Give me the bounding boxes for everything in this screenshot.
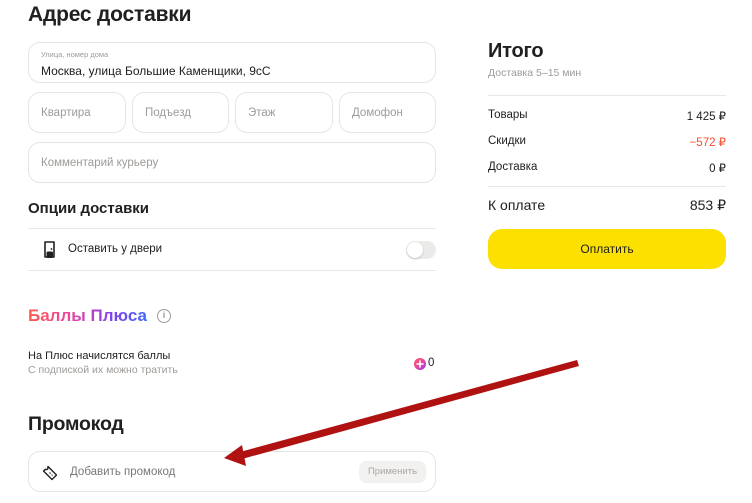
- intercom-field[interactable]: Домофон: [339, 92, 436, 133]
- total-label: К оплате: [488, 197, 546, 213]
- ticket-icon: [41, 464, 59, 482]
- plus-points-heading: Баллы Плюса: [28, 306, 147, 325]
- promo-heading: Промокод: [28, 413, 124, 435]
- plus-line-1: На Плюс начислятся баллы: [28, 350, 171, 362]
- floor-field[interactable]: Этаж: [235, 92, 333, 133]
- courier-comment-placeholder: Комментарий курьеру: [41, 156, 159, 169]
- street-field-value: Москва, улица Большие Каменщики, 9сС: [41, 64, 271, 78]
- summary-delivery-value: 0 ₽: [709, 163, 726, 175]
- intercom-placeholder: Домофон: [352, 106, 403, 119]
- plus-points-value: 0: [428, 357, 435, 369]
- promo-placeholder: Добавить промокод: [70, 465, 176, 478]
- summary-delivery-label: Доставка: [488, 161, 538, 173]
- delivery-time: Доставка 5–15 мин: [488, 67, 582, 79]
- summary-discount-value: −572 ₽: [689, 137, 726, 149]
- plus-line-2: С подпиской их можно тратить: [28, 364, 178, 376]
- plus-points-icon: [414, 357, 426, 370]
- divider: [28, 228, 436, 229]
- delivery-options-heading: Опции доставки: [28, 200, 150, 217]
- divider: [488, 95, 726, 96]
- pay-button[interactable]: Оплатить: [488, 229, 726, 269]
- apartment-placeholder: Квартира: [41, 106, 91, 119]
- address-heading: Адрес доставки: [28, 3, 192, 26]
- summary-goods-label: Товары: [488, 109, 528, 121]
- promo-field[interactable]: Добавить промокод Применить: [28, 451, 436, 492]
- summary-heading: Итого: [488, 40, 544, 62]
- divider: [28, 270, 436, 271]
- divider: [488, 186, 726, 187]
- entrance-field[interactable]: Подъезд: [132, 92, 229, 133]
- street-field-label: Улица, номер дома: [41, 50, 109, 59]
- apartment-field[interactable]: Квартира: [28, 92, 126, 133]
- leave-at-door-label: Оставить у двери: [68, 243, 163, 255]
- total-value: 853 ₽: [689, 197, 726, 213]
- entrance-placeholder: Подъезд: [145, 106, 191, 119]
- street-field[interactable]: Улица, номер дома Москва, улица Большие …: [28, 42, 436, 83]
- floor-placeholder: Этаж: [248, 106, 276, 119]
- apply-promo-button[interactable]: Применить: [359, 461, 426, 483]
- summary-discount-label: Скидки: [488, 135, 526, 147]
- leave-at-door-toggle[interactable]: [406, 241, 436, 259]
- summary-goods-value: 1 425 ₽: [686, 111, 726, 123]
- info-icon[interactable]: i: [157, 309, 171, 323]
- toggle-knob: [407, 242, 423, 258]
- courier-comment-field[interactable]: Комментарий курьеру: [28, 142, 436, 183]
- door-icon: [41, 240, 57, 260]
